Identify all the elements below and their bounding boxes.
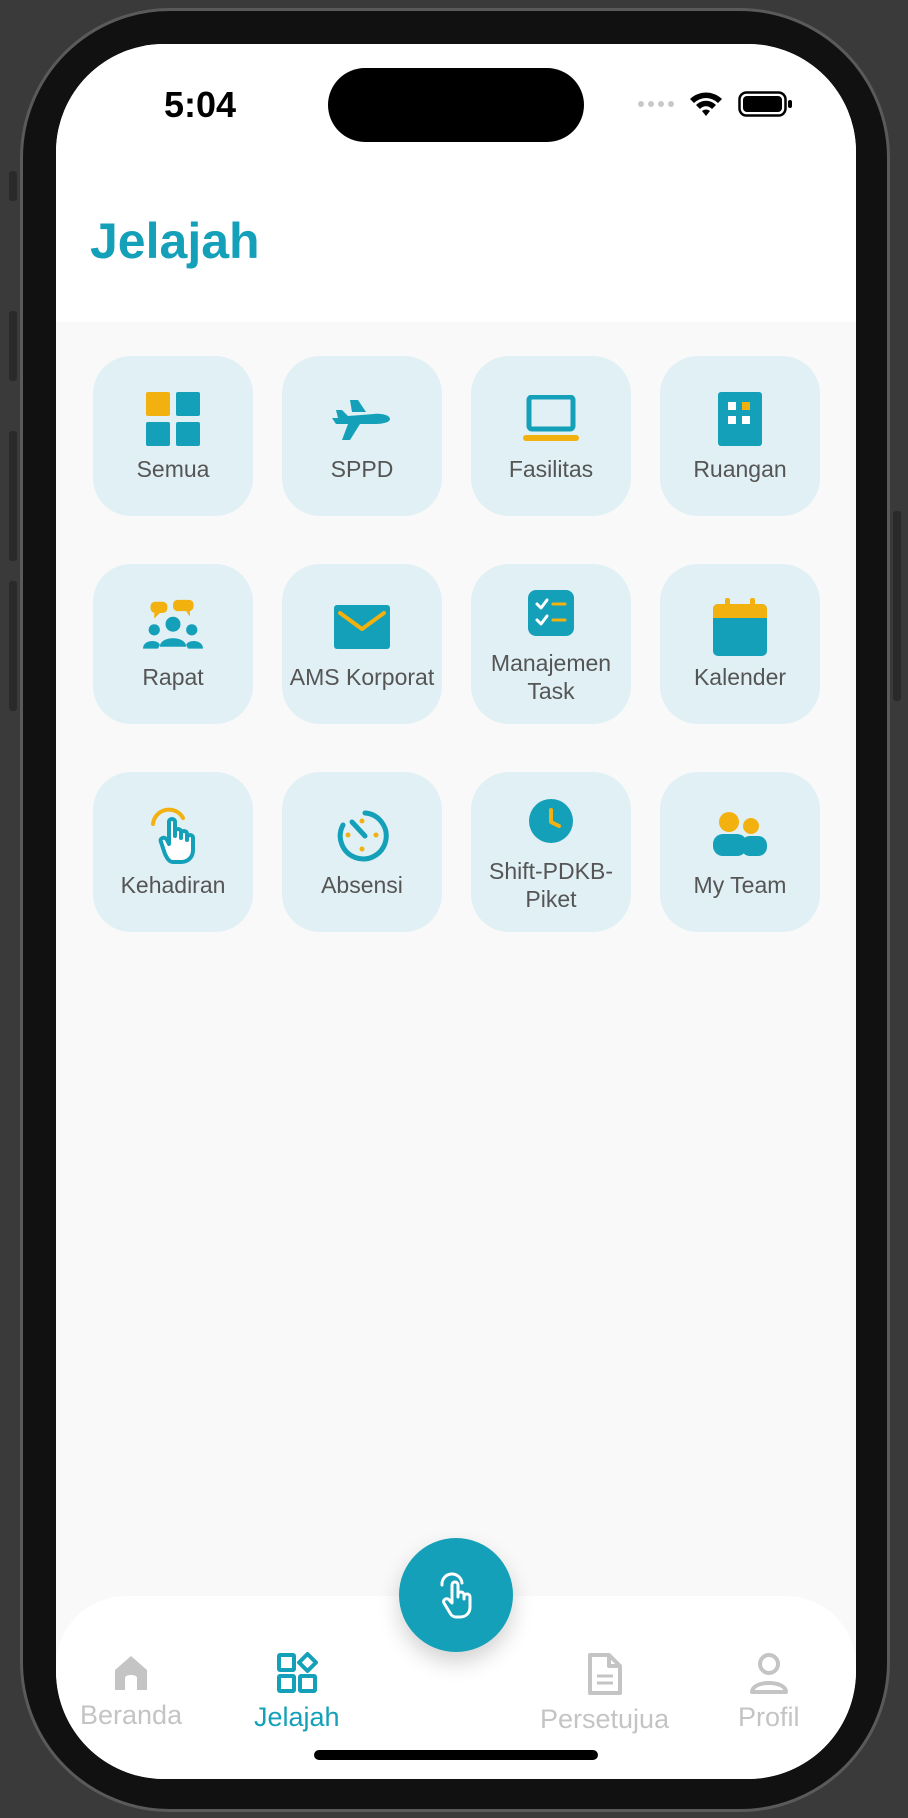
home-icon (115, 1656, 148, 1690)
nav-beranda[interactable]: Beranda (80, 1652, 182, 1731)
menu-item-label: Absensi (321, 872, 403, 898)
signal-icon (638, 101, 674, 107)
nav-label: Jelajah (254, 1702, 340, 1732)
battery-icon (738, 91, 792, 117)
power-button (893, 511, 901, 701)
menu-item-ams-korporat[interactable]: AMS Korporat (282, 564, 442, 724)
attendance-fab-button[interactable] (399, 1538, 513, 1652)
timer-icon (332, 805, 392, 865)
menu-item-label: Fasilitas (508, 456, 594, 482)
document-icon (587, 1653, 622, 1695)
grid-icon (143, 389, 203, 449)
menu-item-label: Kalender (693, 664, 787, 690)
volume-down-button (9, 431, 17, 561)
user-icon (749, 1653, 788, 1694)
explore-icon (276, 1652, 318, 1693)
nav-jelajah[interactable]: Jelajah (254, 1652, 340, 1733)
nav-label: Profil (738, 1702, 800, 1732)
task-icon (521, 583, 581, 643)
nav-label: Beranda (80, 1700, 183, 1730)
nav-persetujuan[interactable]: Persetujua (540, 1652, 669, 1735)
building-icon (710, 389, 770, 449)
app-screen: 5:04 Jelajah Semua SPPD Fasilitas Ruanga… (56, 44, 856, 1779)
tap-icon (440, 1572, 472, 1619)
touch-icon (143, 805, 203, 865)
menu-item-label: Rapat (142, 664, 204, 690)
laptop-icon (521, 389, 581, 449)
side-button (9, 171, 17, 201)
menu-item-label: Manajemen Task (490, 650, 612, 704)
menu-item-shift-pdkb-piket[interactable]: Shift-PDKB-Piket (471, 772, 631, 932)
menu-item-my-team[interactable]: My Team (660, 772, 820, 932)
menu-item-fasilitas[interactable]: Fasilitas (471, 356, 631, 516)
volume-up-button (9, 311, 17, 381)
status-icons (638, 90, 794, 118)
home-indicator (314, 1750, 598, 1760)
mail-icon (332, 597, 392, 657)
status-bar: 5:04 (56, 44, 856, 164)
airplane-icon (332, 389, 392, 449)
page-title: Jelajah (90, 213, 260, 269)
team-icon (710, 805, 770, 865)
page-header: Jelajah (56, 164, 856, 322)
calendar-icon (710, 597, 770, 657)
nav-label: Persetujua (540, 1704, 670, 1734)
menu-item-label: Ruangan (693, 456, 787, 482)
menu-item-label: My Team (693, 872, 787, 898)
menu-item-label: SPPD (330, 456, 394, 482)
menu-item-label: AMS Korporat (289, 664, 435, 690)
status-time: 5:04 (164, 84, 237, 125)
menu-item-semua[interactable]: Semua (93, 356, 253, 516)
nav-profil[interactable]: Profil (738, 1652, 800, 1733)
menu-item-kalender[interactable]: Kalender (660, 564, 820, 724)
meeting-icon (143, 597, 203, 657)
menu-item-kehadiran[interactable]: Kehadiran (93, 772, 253, 932)
wifi-icon (690, 92, 722, 116)
dynamic-island (328, 68, 584, 142)
menu-item-sppd[interactable]: SPPD (282, 356, 442, 516)
clock-icon (521, 791, 581, 851)
menu-item-absensi[interactable]: Absensi (282, 772, 442, 932)
menu-item-label: Kehadiran (120, 872, 226, 898)
menu-item-label: Shift-PDKB-Piket (489, 858, 613, 912)
menu-item-rapat[interactable]: Rapat (93, 564, 253, 724)
menu-item-ruangan[interactable]: Ruangan (660, 356, 820, 516)
menu-item-label: Semua (136, 456, 210, 482)
mute-button (9, 581, 17, 711)
menu-item-manajemen-task[interactable]: Manajemen Task (471, 564, 631, 724)
